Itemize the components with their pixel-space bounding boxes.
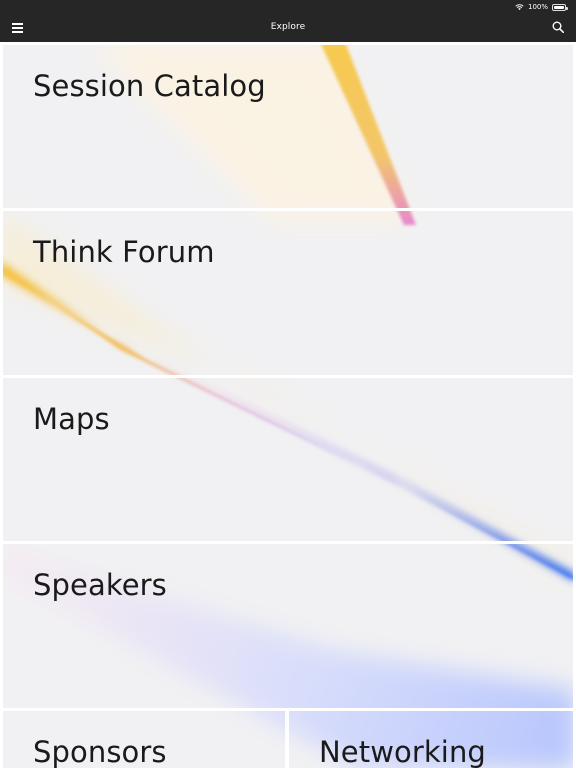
- tile-label: Maps: [33, 402, 110, 436]
- tile-label: Think Forum: [33, 235, 215, 269]
- battery-percentage: 100%: [527, 3, 548, 11]
- explore-screen: 100% Explore Session Catalog Think Forum…: [0, 0, 576, 768]
- tile-sponsors[interactable]: Sponsors: [3, 711, 285, 768]
- divider: [0, 42, 576, 45]
- tile-label: Sponsors: [33, 735, 167, 768]
- search-icon[interactable]: [552, 21, 564, 33]
- tile-label: Networking: [319, 735, 486, 768]
- divider: [0, 375, 576, 378]
- divider: [0, 208, 576, 211]
- tile-label: Speakers: [33, 568, 167, 602]
- tile-speakers[interactable]: Speakers: [3, 544, 573, 708]
- explore-content: Session Catalog Think Forum Maps Speaker…: [0, 42, 576, 768]
- tile-think-forum[interactable]: Think Forum: [3, 211, 573, 375]
- tile-label: Session Catalog: [33, 69, 266, 103]
- tile-networking[interactable]: Networking: [289, 711, 573, 768]
- wifi-icon: [515, 4, 524, 11]
- status-indicators: 100%: [515, 2, 568, 12]
- divider: [0, 42, 3, 768]
- status-bar: 100%: [0, 0, 576, 14]
- divider: [0, 541, 576, 544]
- battery-icon: [552, 3, 568, 11]
- navigation-bar: Explore: [0, 14, 576, 42]
- explore-tiles-grid: Session Catalog Think Forum Maps Speaker…: [0, 42, 576, 768]
- divider: [285, 711, 289, 768]
- tile-session-catalog[interactable]: Session Catalog: [3, 45, 573, 208]
- page-title: Explore: [270, 22, 306, 32]
- tile-maps[interactable]: Maps: [3, 378, 573, 541]
